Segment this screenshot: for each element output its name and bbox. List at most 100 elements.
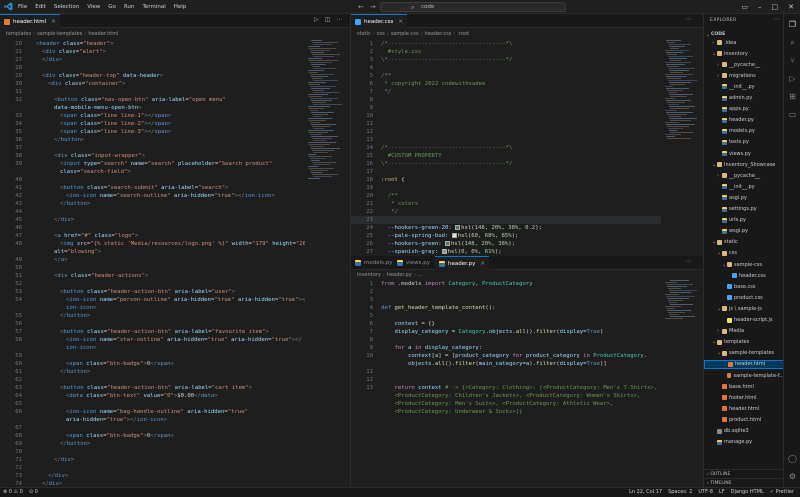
tree-item-py[interactable]: models.py (704, 127, 783, 136)
code-line[interactable]: 1 from .models import Category, ProductCa… (351, 280, 661, 288)
breadcrumb-item[interactable]: header.html (88, 31, 118, 37)
code-line[interactable]: objects.all().filter(main_category=a).fi… (351, 360, 661, 368)
tree-item-folder[interactable]: › .idea (704, 38, 783, 47)
layout-icon[interactable]: ▭ (741, 2, 748, 12)
code-line[interactable]: class="search-field"> (0, 168, 305, 176)
tree-item-py[interactable]: urls.py (704, 216, 783, 225)
status-item[interactable]: Django HTML (731, 489, 764, 495)
code-line[interactable]: 8 (351, 336, 661, 344)
code-line[interactable]: 21 <div class="alert"> (0, 48, 305, 56)
code-line[interactable]: 16 \*-----------------------------------*… (351, 160, 661, 168)
close-icon[interactable]: ✕ (51, 19, 56, 25)
code-line[interactable]: 52 (0, 280, 305, 288)
code-line[interactable]: 14 /*-----------------------------------*… (351, 144, 661, 152)
back-arrow-icon[interactable]: ← (358, 2, 364, 12)
code-line[interactable]: 8 (351, 96, 661, 104)
code-line[interactable]: 39 <input type="search" name="search" pla… (0, 160, 305, 168)
code-line[interactable]: ion-icon> (0, 344, 305, 352)
code-line[interactable]: 54 <ion-icon name="person-outline" aria-h… (0, 296, 305, 304)
code-line[interactable]: 10 context[a] = [product_category for pr… (351, 352, 661, 360)
code-line[interactable]: 17 (351, 168, 661, 176)
tree-item-folder[interactable]: ⌄ css (704, 249, 783, 258)
code-line[interactable]: 33 <span class="line line-1"></span> (0, 112, 305, 120)
code-line[interactable]: 56 (0, 320, 305, 328)
code-line[interactable]: 63 <button class="header-action-btn" aria… (0, 384, 305, 392)
tree-item-folder[interactable]: › migrations (704, 71, 783, 80)
breadcrumb-item[interactable]: header.py (387, 272, 412, 278)
tree-item-py[interactable]: __init__.py (704, 182, 783, 191)
source-control-icon[interactable]: ⑂ (788, 56, 797, 65)
tree-item-folder[interactable]: › __pycache__ (704, 171, 783, 180)
tree-item-folder[interactable]: ⌄ sample-css (704, 260, 783, 269)
code-line[interactable]: 36 </button> (0, 136, 305, 144)
code-line[interactable]: 15 #CUSTOM PROPERTY (351, 152, 661, 160)
tab-header-py[interactable]: header.py ✕ (435, 256, 489, 270)
command-center[interactable]: ⌕ code (380, 2, 566, 12)
code-line[interactable]: 18:root { (351, 176, 661, 184)
outline-section[interactable]: › OUTLINE (704, 469, 783, 478)
code-line[interactable]: 23 (351, 216, 661, 224)
menu-item-go[interactable]: Go (108, 2, 116, 12)
code-line[interactable]: 13 return context # -> {<Category: Cloth… (351, 384, 661, 392)
code-line[interactable]: 41 <button class="search-submit" aria-lab… (0, 184, 305, 192)
split-editor-icon[interactable]: ◫ (325, 16, 331, 23)
code-line[interactable]: 3 (351, 296, 661, 304)
tree-item-html[interactable]: sample-template-f... (704, 371, 783, 380)
code-line[interactable]: 19 (351, 184, 661, 192)
breadcrumb-item[interactable]: templates (6, 31, 31, 37)
menu-item-edit[interactable]: Edit (35, 2, 46, 12)
code-line[interactable]: 49 </a> (0, 256, 305, 264)
status-item[interactable]: UTF-8 (698, 489, 713, 495)
code-line[interactable]: 5 (351, 312, 661, 320)
code-line[interactable]: <ProductCategory: Underwear & Socks>]} (351, 408, 661, 416)
code-line[interactable]: 74 </div> (0, 480, 305, 487)
tree-item-html[interactable]: base.html (704, 382, 783, 391)
more-actions-icon[interactable]: ⋯ (685, 16, 691, 23)
close-icon[interactable]: ✕ (480, 261, 485, 267)
tree-item-folder[interactable]: ⌄ Inventory_Showcase (704, 160, 783, 169)
minimap[interactable] (308, 40, 346, 180)
code-line[interactable]: 51 <div class="header-actions"> (0, 272, 305, 280)
tree-item-html[interactable]: product.html (704, 415, 783, 424)
code-line[interactable]: 34 <span class="line line-2"></span> (0, 120, 305, 128)
breadcrumb-item[interactable]: css (377, 31, 385, 37)
run-debug-icon[interactable]: ▷ (788, 74, 797, 83)
breadcrumb-item[interactable]: sample-css (391, 31, 419, 37)
tree-item-py[interactable]: wsgi.py (704, 227, 783, 236)
run-icon[interactable]: ▷ (314, 16, 319, 23)
code-line[interactable]: 27 </div> (0, 56, 305, 64)
code-line[interactable]: <ProductCategory: Children's Jackets>, <… (351, 392, 661, 400)
code-line[interactable]: 47 <a href="#" class="logo"> (0, 232, 305, 240)
code-line[interactable]: 37 (0, 144, 305, 152)
tree-item-folder[interactable]: ⌄ inventory (704, 49, 783, 58)
tree-item-html[interactable]: header.html (704, 359, 783, 369)
code-line[interactable]: aria-hidden="true"></ion-icon> (0, 416, 305, 424)
code-line[interactable]: 2 #style.css (351, 48, 661, 56)
code-line[interactable]: 64 <data class="btn-text" value="0">$0.00… (0, 392, 305, 400)
code-line[interactable]: 9 (351, 104, 661, 112)
html-editor[interactable]: 20 <header class="header"> 21 <div class="a… (0, 40, 305, 487)
minimize-icon[interactable]: – (758, 2, 762, 12)
code-line[interactable]: 72 (0, 464, 305, 472)
code-line[interactable]: 2 (351, 288, 661, 296)
breadcrumb-item[interactable]: static (357, 31, 371, 37)
minimap[interactable] (665, 280, 701, 320)
status-item[interactable]: Ln 22, Col 17 (629, 489, 662, 495)
code-line[interactable]: 40 (0, 176, 305, 184)
tree-item-folder[interactable]: ⌄ js \ sample-js (704, 304, 783, 313)
tree-item-folder[interactable]: ⌄ static (704, 238, 783, 247)
code-line[interactable]: alt="blowing"> (0, 248, 305, 256)
code-line[interactable]: 69 </button> (0, 440, 305, 448)
code-line[interactable]: 44 (0, 208, 305, 216)
code-line[interactable]: 21 * colors (351, 200, 661, 208)
python-editor[interactable]: 1 from .models import Category, ProductCa… (351, 280, 661, 487)
code-line[interactable]: ion-icon> (0, 304, 305, 312)
close-icon[interactable]: ✕ (788, 2, 794, 12)
search-icon[interactable]: ⌕ (788, 38, 797, 47)
code-line[interactable]: 25 --pale-spring-bud: hsl(60, 68%, 85%); (351, 232, 661, 240)
code-line[interactable]: 43 </button> (0, 200, 305, 208)
code-line[interactable]: 42 <ion-icon name="search-outline" aria-h… (0, 192, 305, 200)
code-line[interactable]: 1 /*-----------------------------------*\ (351, 40, 661, 48)
breadcrumb-item[interactable]: inventory (357, 272, 381, 278)
tree-item-db[interactable]: db.sqlite3 (704, 427, 783, 436)
